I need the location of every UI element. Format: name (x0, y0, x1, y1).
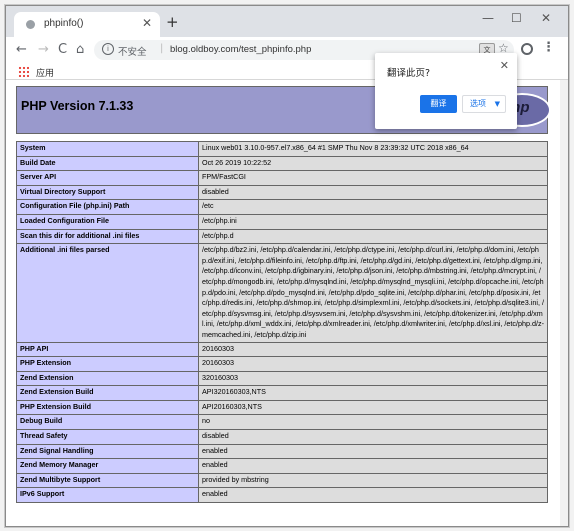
table-row: Zend Memory Manager enabled (16, 458, 548, 474)
chevron-down-icon: ▼ (494, 100, 500, 108)
row-key: Zend Multibyte Support (16, 472, 199, 489)
row-value: no (198, 414, 548, 431)
row-key: Zend Extension Build (16, 385, 199, 401)
tab-close-icon[interactable]: ✕ (142, 16, 152, 30)
row-value: FPM/FastCGI (198, 170, 548, 186)
row-value: 20160303 (198, 356, 548, 372)
account-icon[interactable] (521, 43, 533, 55)
table-row: Zend Extension 320160303 (16, 370, 548, 387)
table-row: Debug Build no (16, 414, 548, 431)
minimize-button[interactable]: — (482, 11, 494, 25)
row-key: Virtual Directory Support (16, 184, 199, 201)
menu-icon[interactable]: ⋮ (542, 40, 555, 55)
table-row: PHP API 20160303 (16, 341, 548, 358)
row-value: API20160303,NTS (198, 399, 548, 416)
table-row: PHP Extension Build API20160303,NTS (16, 399, 548, 416)
row-key: PHP API (16, 341, 199, 358)
table-row: Build Date Oct 26 2019 10:22:52 (16, 155, 548, 172)
row-value: 320160303 (198, 370, 548, 387)
info-table-body: System Linux web01 3.10.0-957.el7.x86_64 … (16, 141, 548, 504)
info-icon[interactable]: i (102, 43, 114, 55)
row-value: Linux web01 3.10.0-957.el7.x86_64 #1 SMP… (198, 141, 548, 157)
table-row: PHP Extension 20160303 (16, 356, 548, 372)
apps-bookmark[interactable]: 应用 (36, 66, 54, 79)
table-row: Scan this dir for additional .ini files /… (16, 228, 548, 245)
row-value: enabled (198, 443, 548, 460)
row-key: Loaded Configuration File (16, 213, 199, 230)
options-label: 选项 (470, 99, 486, 108)
tab-title: phpinfo() (44, 18, 84, 29)
table-row: Loaded Configuration File/etc/php.ini (16, 213, 548, 230)
table-row: Configuration File (php.ini) Path/etc (16, 199, 548, 215)
row-value: 20160303 (198, 341, 548, 358)
table-row: System Linux web01 3.10.0-957.el7.x86_64 … (16, 141, 548, 157)
row-value: /etc/php.ini (198, 213, 548, 230)
scrollbar[interactable] (560, 80, 568, 526)
row-key: Zend Extension (16, 370, 199, 387)
row-value: API320160303,NTS (198, 385, 548, 401)
tab-phpinfo[interactable]: phpinfo() ✕ (14, 12, 160, 37)
table-row: Zend Extension Build API320160303,NTS (16, 385, 548, 401)
row-key: PHP Extension Build (16, 399, 199, 416)
close-window-button[interactable]: ✕ (541, 11, 551, 25)
table-row: Thread Safety disabled (16, 429, 548, 445)
table-row: Additional .ini files parsed/etc/php.d/b… (16, 243, 548, 343)
maximize-button[interactable]: ☐ (511, 11, 522, 25)
row-key: Scan this dir for additional .ini files (16, 228, 199, 245)
row-value: /etc (198, 199, 548, 215)
row-key: PHP Extension (16, 356, 199, 372)
favicon-icon (26, 20, 35, 29)
row-value: enabled (198, 458, 548, 474)
reload-icon[interactable]: C (58, 42, 67, 57)
table-row: Virtual Directory Support disabled (16, 184, 548, 201)
new-tab-button[interactable]: + (166, 13, 179, 31)
row-value: Oct 26 2019 10:22:52 (198, 155, 548, 172)
row-key: System (16, 141, 199, 157)
table-row: Zend Signal Handling enabled (16, 443, 548, 460)
row-value: provided by mbstring (198, 472, 548, 489)
table-row: Zend Multibyte Support provided by mbstri… (16, 472, 548, 489)
info-table: System Linux web01 3.10.0-957.el7.x86_64 … (16, 141, 548, 504)
row-key: Debug Build (16, 414, 199, 431)
separator: | (160, 43, 164, 54)
row-key: Thread Safety (16, 429, 199, 445)
row-value: enabled (198, 487, 548, 504)
browser-window: phpinfo() ✕ + — ☐ ✕ ← → C ⌂ i 不安全 | blog… (5, 5, 569, 527)
row-value: disabled (198, 429, 548, 445)
translate-button[interactable]: 翻译 (420, 95, 457, 113)
apps-icon[interactable] (18, 66, 29, 77)
row-key: Build Date (16, 155, 199, 172)
home-icon[interactable]: ⌂ (76, 42, 84, 57)
url-text[interactable]: blog.oldboy.com/test_phpinfo.php (170, 44, 311, 55)
row-key: Additional .ini files parsed (16, 243, 199, 343)
forward-icon[interactable]: → (38, 42, 49, 57)
translate-popup-title: 翻译此页? (387, 68, 431, 79)
row-key: IPv6 Support (16, 487, 199, 504)
security-label[interactable]: 不安全 (118, 44, 147, 58)
back-icon[interactable]: ← (16, 42, 27, 57)
table-row: IPv6 Support enabled (16, 487, 548, 504)
row-value: /etc/php.d/bz2.ini, /etc/php.d/calendar.… (198, 243, 548, 343)
tab-strip: phpinfo() ✕ + — ☐ ✕ (6, 6, 568, 37)
close-icon[interactable]: ✕ (500, 59, 509, 72)
options-button[interactable]: 选项 ▼ (462, 95, 506, 113)
row-key: Zend Signal Handling (16, 443, 199, 460)
row-key: Server API (16, 170, 199, 186)
translate-popup: 翻译此页? ✕ 翻译 选项 ▼ (375, 53, 517, 129)
page-content: PHP Version 7.1.33 php SystemLinux web01… (6, 80, 568, 526)
table-row: Server API FPM/FastCGI (16, 170, 548, 186)
page-title: PHP Version 7.1.33 (21, 99, 134, 113)
row-value: disabled (198, 184, 548, 201)
row-key: Configuration File (php.ini) Path (16, 199, 199, 215)
row-key: Zend Memory Manager (16, 458, 199, 474)
row-value: /etc/php.d (198, 228, 548, 245)
